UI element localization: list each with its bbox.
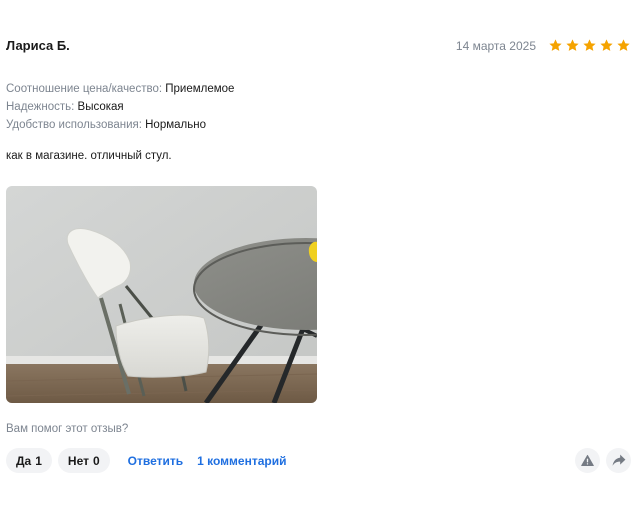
reply-link[interactable]: Ответить — [124, 454, 187, 468]
attribute-price-quality: Соотношение цена/качество: Приемлемое — [6, 80, 234, 98]
review-text: как в магазине. отличный стул. — [6, 150, 172, 162]
star-icon — [600, 39, 613, 51]
share-icon — [612, 454, 625, 466]
vote-yes-button[interactable]: Да 1 — [6, 448, 52, 473]
author-name[interactable]: Лариса Б. — [6, 38, 70, 53]
star-icon — [549, 39, 562, 51]
vote-no-count: 0 — [92, 453, 100, 468]
vote-no-label: Нет — [67, 453, 89, 468]
helpful-question: Вам помог этот отзыв? — [6, 423, 129, 435]
attribute-key: Соотношение цена/качество: — [6, 83, 163, 95]
vote-no-button[interactable]: Нет 0 — [57, 448, 110, 473]
chair-table-photo — [6, 186, 317, 403]
vote-yes-count: 1 — [35, 453, 42, 468]
star-icon — [566, 39, 579, 51]
attribute-key: Надежность: — [6, 101, 75, 113]
attribute-value: Высокая — [77, 101, 124, 113]
warning-icon — [581, 454, 594, 467]
feedback-actions: Да 1 Нет 0 Ответить 1 комментарий — [6, 448, 290, 473]
rating-stars — [548, 38, 631, 53]
comments-link[interactable]: 1 комментарий — [193, 454, 290, 468]
attribute-usability: Удобство использования: Нормально — [6, 116, 234, 134]
star-icon — [617, 39, 630, 51]
star-icon — [583, 39, 596, 51]
review-attributes: Соотношение цена/качество: Приемлемое На… — [6, 80, 234, 134]
review-date: 14 марта 2025 — [455, 39, 536, 53]
review-header: Лариса Б. 14 марта 2025 — [6, 38, 631, 56]
vote-yes-label: Да — [16, 453, 32, 468]
review-photo[interactable] — [6, 186, 317, 403]
attribute-reliability: Надежность: Высокая — [6, 98, 234, 116]
attribute-value: Нормально — [145, 119, 206, 131]
attribute-value: Приемлемое — [165, 83, 235, 95]
share-button[interactable] — [606, 448, 631, 473]
report-button[interactable] — [575, 448, 600, 473]
attribute-key: Удобство использования: — [6, 119, 142, 131]
